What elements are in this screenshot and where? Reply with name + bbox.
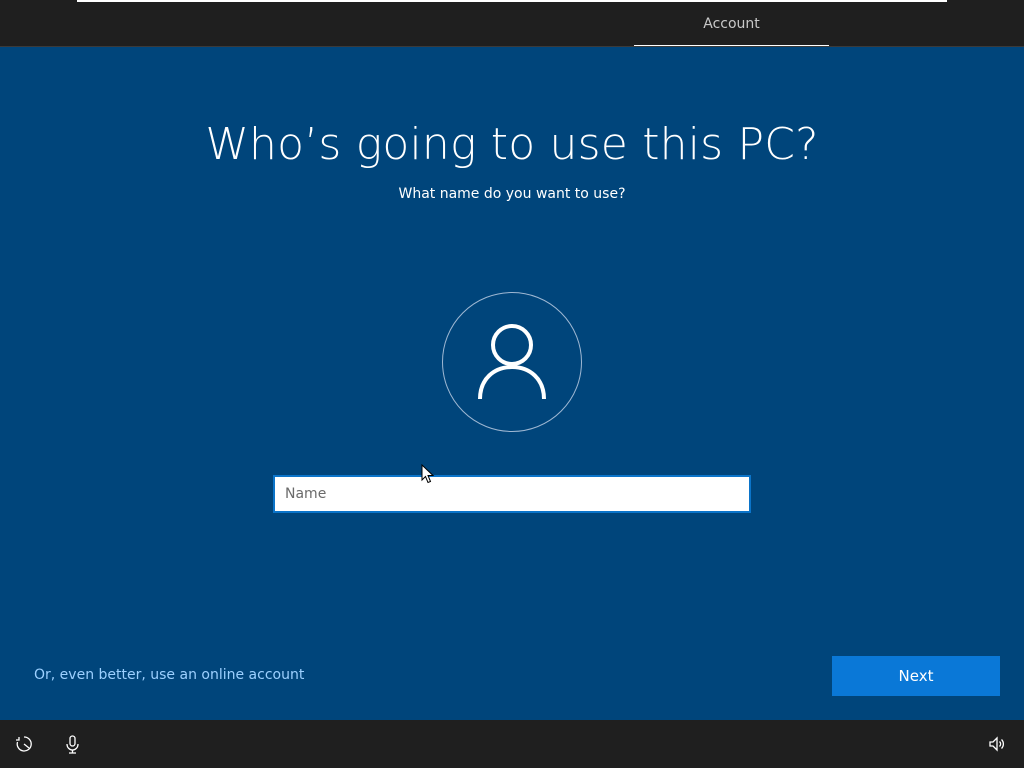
name-input[interactable] [273,475,751,513]
volume-button[interactable] [986,733,1008,755]
microphone-button[interactable] [62,733,84,755]
top-bar: Account [0,0,1024,47]
online-account-link[interactable]: Or, even better, use an online account [34,667,304,683]
ease-of-access-button[interactable] [13,733,35,755]
volume-icon [989,736,1005,752]
page-title: Who’s going to use this PC? [205,119,819,170]
page-subtitle: What name do you want to use? [398,186,626,202]
microphone-icon [66,735,79,754]
next-button[interactable]: Next [832,656,1000,696]
ease-of-access-icon [16,736,32,752]
mouse-cursor-icon [421,464,435,484]
setup-main-panel: Who’s going to use this PC? What name do… [0,47,1024,720]
user-icon [478,324,546,400]
bottom-bar [0,720,1024,768]
tab-account-label: Account [703,15,760,32]
avatar [442,292,582,432]
tab-account: Account [634,0,829,47]
